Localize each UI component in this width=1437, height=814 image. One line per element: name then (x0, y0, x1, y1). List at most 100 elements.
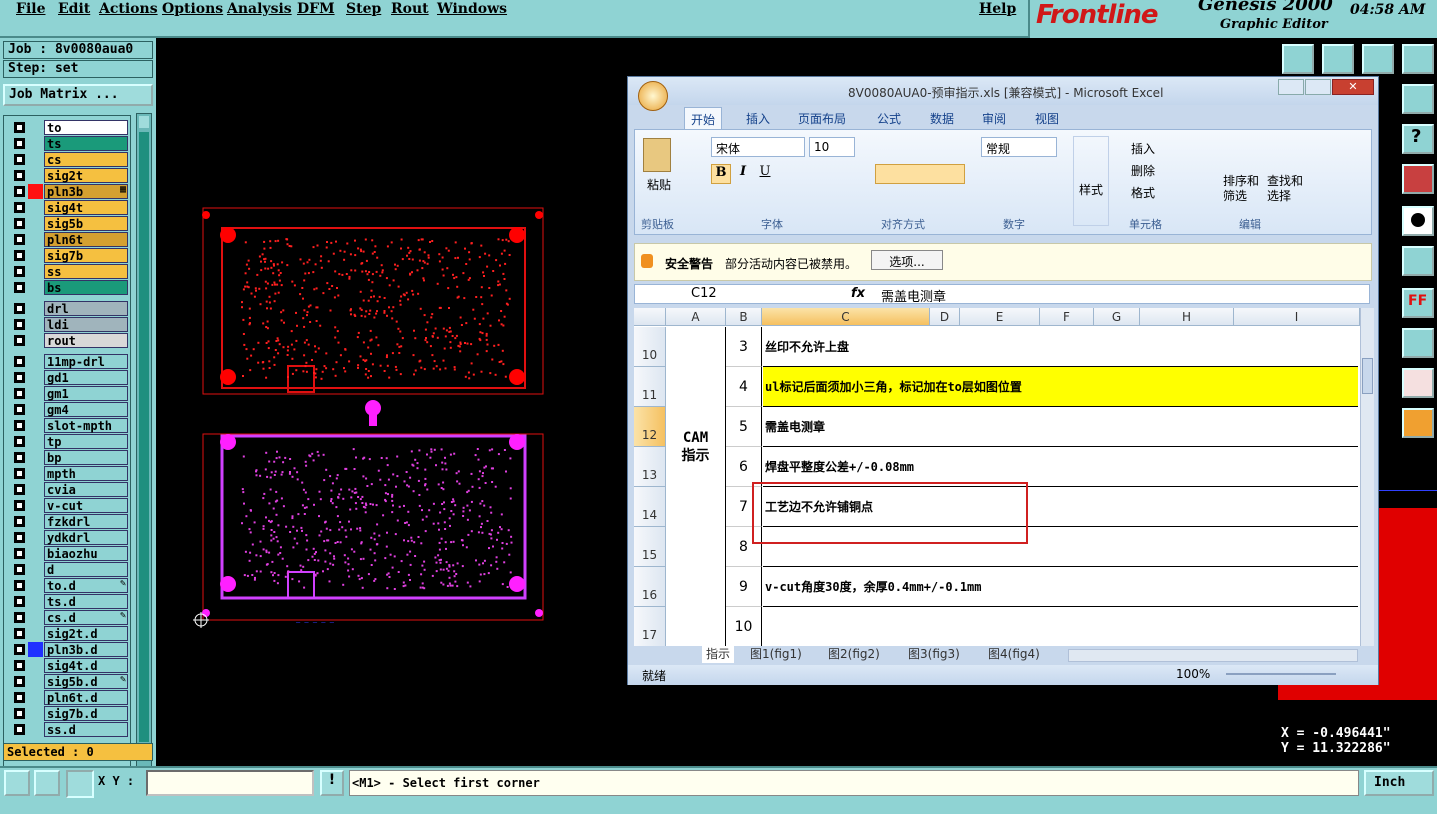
layer-row[interactable]: gd1 (12, 370, 128, 385)
layer-swatch[interactable] (28, 610, 43, 625)
layer-row[interactable]: pln6t (12, 232, 128, 247)
layer-swatch[interactable] (28, 546, 43, 561)
layer-name[interactable]: gd1 (44, 370, 128, 385)
instruction-cell[interactable]: 丝印不允许上盘 (763, 327, 1358, 367)
menu-help[interactable]: Help (979, 1, 1016, 17)
layer-name[interactable]: cvia (44, 482, 128, 497)
layer-row[interactable]: cvia (12, 482, 128, 497)
layer-name[interactable]: to (44, 120, 128, 135)
layer-name[interactable]: mpth (44, 466, 128, 481)
layer-name[interactable]: ydkdrl (44, 530, 128, 545)
down-arrow-icon[interactable] (1322, 44, 1354, 74)
find-select-button[interactable]: 查找和 选择 (1267, 174, 1303, 204)
layer-checkbox[interactable] (14, 676, 25, 687)
layer-checkbox[interactable] (14, 282, 25, 293)
layer-checkbox[interactable] (14, 532, 25, 543)
sheet-tab[interactable]: 图4(fig4) (984, 646, 1044, 663)
s-shape-icon[interactable] (1402, 84, 1434, 114)
layer-name[interactable]: ss.d (44, 722, 128, 737)
layer-swatch[interactable] (28, 642, 43, 657)
layer-name[interactable]: gm4 (44, 402, 128, 417)
row-header[interactable]: 12 (634, 407, 666, 447)
fx-icon[interactable]: fx (851, 286, 865, 301)
layer-checkbox[interactable] (14, 548, 25, 559)
layer-swatch[interactable] (28, 280, 43, 295)
layer-checkbox[interactable] (14, 420, 25, 431)
layer-name[interactable]: gm1 (44, 386, 128, 401)
layer-row[interactable]: sig4t.d (12, 658, 128, 673)
layer-swatch[interactable] (28, 482, 43, 497)
layer-row[interactable]: to.d ✎ (12, 578, 128, 593)
layer-row[interactable]: mpth (12, 466, 128, 481)
layer-row[interactable]: ldi (12, 317, 128, 332)
layer-swatch[interactable] (28, 370, 43, 385)
layer-checkbox[interactable] (14, 660, 25, 671)
layer-checkbox[interactable] (14, 468, 25, 479)
row-header[interactable]: 17 (634, 607, 666, 646)
layer-row[interactable]: sig4t (12, 200, 128, 215)
info-button[interactable]: ! (320, 770, 344, 796)
layer-row[interactable]: sig7b.d (12, 706, 128, 721)
menu-edit[interactable]: Edit (58, 1, 90, 17)
menu-actions[interactable]: Actions (99, 1, 158, 17)
minimize-icon[interactable] (1278, 79, 1304, 95)
layer-name[interactable]: pln3b (44, 184, 128, 199)
layer-checkbox[interactable] (14, 692, 25, 703)
layer-swatch[interactable] (28, 120, 43, 135)
layer-checkbox[interactable] (14, 202, 25, 213)
layer-checkbox[interactable] (14, 186, 25, 197)
layer-swatch[interactable] (28, 264, 43, 279)
layer-swatch[interactable] (28, 594, 43, 609)
layer-row[interactable]: rout (12, 333, 128, 348)
layer-row[interactable]: fzkdrl (12, 514, 128, 529)
layer-checkbox[interactable] (14, 708, 25, 719)
col-header-e[interactable]: E (960, 308, 1040, 326)
layer-checkbox[interactable] (14, 580, 25, 591)
layer-swatch[interactable] (28, 690, 43, 705)
col-header-h[interactable]: H (1140, 308, 1234, 326)
up-arrow-icon[interactable] (1282, 44, 1314, 74)
layer-name[interactable]: pln3b.d (44, 642, 128, 657)
layer-swatch[interactable] (28, 450, 43, 465)
layer-swatch[interactable] (28, 136, 43, 151)
layer-swatch[interactable] (28, 317, 43, 332)
layer-swatch[interactable] (28, 152, 43, 167)
layer-checkbox[interactable] (14, 484, 25, 495)
layer-name[interactable]: bp (44, 450, 128, 465)
vertical-scrollbar[interactable] (1360, 308, 1374, 646)
layer-name[interactable]: biaozhu (44, 546, 128, 561)
menu-file[interactable]: File (16, 1, 45, 17)
close-icon[interactable]: ✕ (1332, 79, 1374, 95)
underline-button[interactable]: U (755, 164, 775, 184)
layer-row[interactable]: slot-mpth (12, 418, 128, 433)
layer-checkbox[interactable] (14, 122, 25, 133)
layer-name[interactable]: tp (44, 434, 128, 449)
layer-row[interactable]: sig7b (12, 248, 128, 263)
merged-cam-cell[interactable]: CAM 指示 (666, 327, 726, 646)
tab-page-layout[interactable]: 页面布局 (792, 107, 852, 129)
window-icon[interactable] (1402, 44, 1434, 74)
insert-cells-button[interactable]: 插入 (1131, 140, 1155, 157)
layer-name[interactable]: v-cut (44, 498, 128, 513)
col-header-c[interactable]: C (762, 308, 930, 326)
delete-cells-button[interactable]: 删除 (1131, 162, 1155, 179)
layer-name[interactable]: 11mp-drl (44, 354, 128, 369)
styles-button[interactable]: 样式 (1073, 136, 1109, 226)
xy-input[interactable] (146, 770, 314, 796)
select-all[interactable] (634, 308, 666, 326)
layer-swatch[interactable] (28, 418, 43, 433)
layer-swatch[interactable] (28, 354, 43, 369)
zoom-box-icon[interactable] (4, 770, 30, 796)
layer-row[interactable]: pln3b ▦ (12, 184, 128, 199)
layer-row[interactable]: pln6t.d (12, 690, 128, 705)
layer-row[interactable]: tp (12, 434, 128, 449)
menu-dfm[interactable]: DFM (297, 1, 335, 17)
layer-row[interactable]: sig5b.d ✎ (12, 674, 128, 689)
layer-row[interactable]: ss (12, 264, 128, 279)
layer-name[interactable]: slot-mpth (44, 418, 128, 433)
layer-row[interactable]: gm1 (12, 386, 128, 401)
row-header[interactable]: 10 (634, 327, 666, 367)
units-button[interactable]: Inch (1364, 770, 1434, 796)
layer-checkbox[interactable] (14, 516, 25, 527)
grid-icon[interactable] (66, 770, 94, 798)
